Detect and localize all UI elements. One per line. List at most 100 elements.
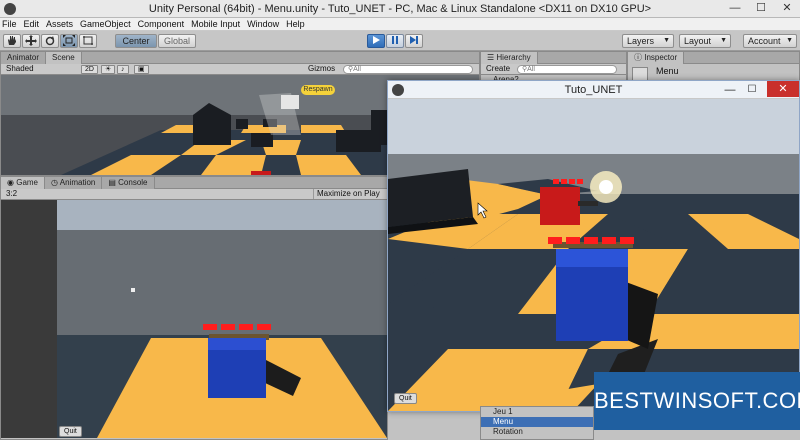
hierarchy-controlbar: Create ⚲All: [481, 64, 626, 75]
maximize-on-play-label: Maximize on Play: [317, 189, 380, 198]
hierarchy-list-icon: ☰: [487, 53, 495, 62]
hierarchy-create-dropdown[interactable]: Create: [483, 64, 513, 74]
window-title: Unity Personal (64bit) - Menu.unity - Tu…: [148, 3, 652, 15]
tab-console-label: Console: [118, 178, 148, 187]
pivot-center-button[interactable]: Center: [115, 34, 157, 48]
game-quit-button[interactable]: Quit: [59, 426, 82, 437]
layers-dropdown[interactable]: Layers ▼: [622, 34, 674, 48]
hierarchy-tabstrip: ☰ Hierarchy: [481, 52, 626, 64]
menu-window[interactable]: Window: [245, 18, 284, 30]
menu-component[interactable]: Component: [136, 18, 190, 30]
game-window-quit-button[interactable]: Quit: [394, 393, 417, 404]
pause-button[interactable]: [386, 34, 404, 48]
account-dropdown[interactable]: Account ▼: [743, 34, 797, 48]
hand-tool-button[interactable]: [3, 34, 21, 48]
gamepad-icon: ◉: [7, 178, 14, 187]
game-window-render: [388, 99, 799, 411]
menu-mobile-input[interactable]: Mobile Input: [189, 18, 245, 30]
tab-game-label: Game: [16, 178, 39, 187]
menu-assets[interactable]: Assets: [44, 18, 78, 30]
rect-tool-button[interactable]: [79, 34, 97, 48]
layout-dropdown[interactable]: Layout ▼: [679, 34, 731, 48]
scene-search-input[interactable]: ⚲All: [343, 65, 473, 74]
menu-file[interactable]: File: [0, 18, 22, 30]
tab-scene-label: Scene: [52, 53, 75, 62]
tab-hierarchy[interactable]: ☰ Hierarchy: [481, 52, 538, 64]
hierarchy-search-input[interactable]: ⚲All: [517, 65, 617, 74]
rect-tool-icon: [83, 36, 93, 45]
aspect-dropdown[interactable]: 3:2: [3, 189, 99, 199]
info-icon: ⓘ: [634, 53, 642, 62]
game-viewport[interactable]: Quit: [1, 200, 387, 438]
menu-help[interactable]: Help: [284, 18, 310, 30]
tab-animator[interactable]: Animator: [1, 52, 47, 64]
tab-game[interactable]: ◉ Game: [1, 177, 46, 189]
hierarchy-item-jeu1-label: Jeu 1: [493, 407, 513, 416]
game-window-titlebar: Tuto_UNET — ☐ ✕: [388, 81, 799, 99]
scene-search-placeholder: All: [353, 66, 361, 73]
global-label: Global: [163, 36, 190, 46]
menu-bar: File Edit Assets GameObject Component Mo…: [0, 18, 800, 31]
hierarchy-item-rotation[interactable]: Rotation: [481, 427, 593, 437]
shading-mode-dropdown[interactable]: Shaded: [3, 64, 37, 74]
step-icon: [410, 36, 418, 44]
hand-icon: [8, 36, 16, 45]
hierarchy-item-rotation-label: Rotation: [493, 427, 523, 436]
aspect-label: 3:2: [6, 189, 18, 198]
window-title-bar: Unity Personal (64bit) - Menu.unity - Tu…: [0, 0, 800, 18]
game-controlbar: 3:2 Maximize on Play: [1, 189, 387, 200]
move-tool-button[interactable]: [22, 34, 40, 48]
game-render: [1, 200, 387, 438]
chevron-down-icon: ▼: [786, 37, 793, 44]
rotate-icon: [45, 36, 55, 46]
game-build-window: Tuto_UNET — ☐ ✕ Quit: [387, 80, 800, 412]
game-window-maximize-icon[interactable]: ☐: [741, 81, 763, 99]
watermark-banner: BESTWINSOFT.COM: [594, 372, 800, 430]
scene-lighting-toggle[interactable]: ☀: [101, 65, 116, 74]
play-icon: [373, 36, 380, 44]
tab-inspector[interactable]: ⓘ Inspector: [628, 52, 685, 64]
global-local-button[interactable]: Global: [158, 34, 196, 48]
main-toolbar: Center Global Layers ▼ Layout ▼ Account ▼: [0, 31, 800, 51]
hierarchy-item-jeu1[interactable]: Jeu 1: [481, 407, 593, 417]
chevron-down-icon: ▼: [720, 37, 727, 44]
tab-console[interactable]: ▤ Console: [102, 177, 155, 189]
inspector-tabstrip: ⓘ Inspector: [628, 52, 799, 64]
hierarchy-item-menu-label: Menu: [493, 417, 514, 426]
play-button[interactable]: [367, 34, 385, 48]
game-window-viewport[interactable]: Quit: [388, 99, 799, 411]
unity-logo-icon: [4, 3, 16, 15]
game-tabstrip: ◉ Game ◷ Animation ▤ Console: [1, 177, 387, 189]
tab-animation[interactable]: ◷ Animation: [45, 177, 103, 189]
game-panel: ◉ Game ◷ Animation ▤ Console 3:2 Maximiz…: [0, 176, 388, 440]
game-window-minimize-icon[interactable]: —: [719, 81, 741, 99]
scene-effects-toggle[interactable]: ▣: [134, 65, 149, 74]
watermark-text: BESTWINSOFT.COM: [594, 388, 800, 413]
scale-tool-button[interactable]: [60, 34, 78, 48]
game-window-title: Tuto_UNET: [564, 84, 623, 96]
maximize-button[interactable]: ☐: [748, 0, 774, 17]
gizmos-dropdown[interactable]: Gizmos: [305, 64, 338, 74]
scene-tabstrip: Animator Scene: [1, 52, 479, 64]
account-label: Account: [748, 36, 781, 46]
tab-scene[interactable]: Scene: [46, 52, 82, 64]
move-arrows-icon: [25, 35, 37, 46]
console-icon: ▤: [108, 178, 116, 187]
maximize-on-play-toggle[interactable]: Maximize on Play: [313, 189, 383, 199]
game-window-close-button[interactable]: ✕: [767, 81, 799, 97]
rotate-tool-button[interactable]: [41, 34, 59, 48]
scene-audio-toggle[interactable]: ♪: [117, 65, 129, 74]
mode-2d-toggle[interactable]: 2D: [81, 65, 98, 74]
hierarchy-item-menu[interactable]: Menu: [481, 417, 593, 427]
menu-edit[interactable]: Edit: [22, 18, 45, 30]
pivot-center-label: Center: [122, 36, 150, 46]
tab-animator-label: Animator: [7, 53, 40, 62]
unity-logo-icon: [392, 84, 404, 96]
step-button[interactable]: [405, 34, 423, 48]
hierarchy-bottom-list: Jeu 1 Menu Rotation: [480, 406, 594, 440]
close-button[interactable]: ✕: [774, 0, 800, 17]
tab-inspector-label: Inspector: [644, 53, 678, 62]
chevron-down-icon: ▼: [663, 37, 670, 44]
menu-gameobject[interactable]: GameObject: [78, 18, 136, 30]
minimize-button[interactable]: —: [722, 0, 748, 17]
